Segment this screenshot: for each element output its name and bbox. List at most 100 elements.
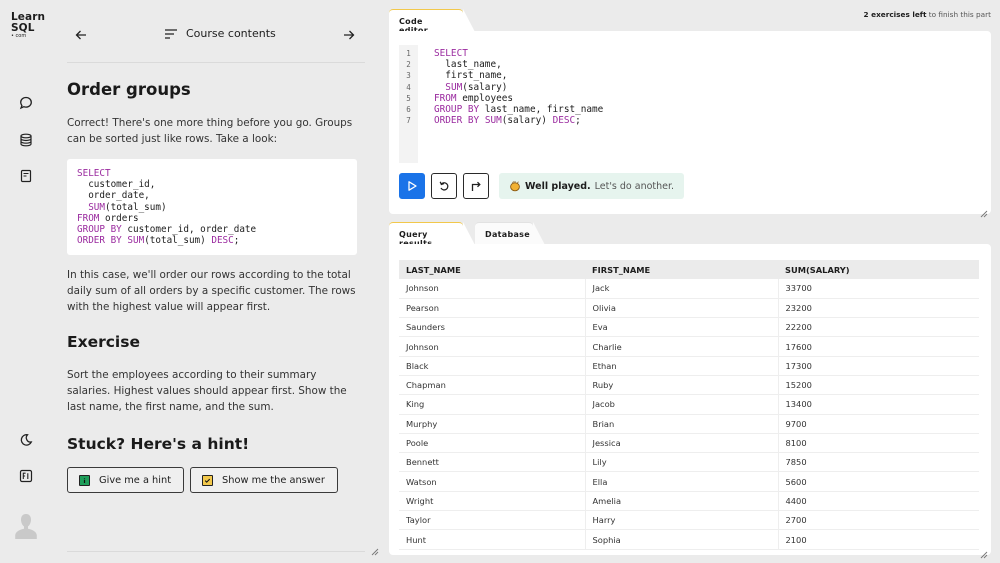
- tab-database[interactable]: Database: [475, 222, 545, 245]
- give-hint-button[interactable]: Give me a hint: [67, 467, 185, 494]
- code-editor[interactable]: 1 2345 67 SELECT last_name, first_name, SU…: [399, 45, 979, 163]
- chat-icon[interactable]: [18, 95, 34, 111]
- cell-sum-salary: 2100: [777, 529, 979, 550]
- cell-sum-salary: 23200: [777, 298, 979, 319]
- line-number: 6: [406, 105, 411, 115]
- panel-resize-handle[interactable]: [371, 541, 379, 556]
- tab-code-editor[interactable]: Code editor: [389, 9, 475, 35]
- course-contents-button[interactable]: Course contents: [164, 27, 276, 40]
- table-row: Johnson Jack 33700: [399, 279, 979, 299]
- table-row: Taylor Harry 2700: [399, 510, 979, 531]
- sql-keyword: SELECT: [434, 48, 468, 59]
- fullscreen-icon[interactable]: [18, 468, 34, 484]
- cell-sum-salary: 15200: [777, 375, 979, 396]
- cell-sum-salary: 5600: [777, 471, 979, 492]
- cell-last-name: Poole: [399, 433, 585, 454]
- cell-last-name: Chapman: [399, 375, 585, 396]
- hint-buttons: Give me a hint Show me the answer: [67, 467, 362, 494]
- sql-token: (total_sum): [105, 201, 167, 213]
- line-number: 7: [406, 116, 411, 126]
- cell-sum-salary: 17300: [777, 356, 979, 376]
- sql-token: order_date,: [77, 190, 150, 202]
- icon-rail: Learn SQL • com: [0, 0, 52, 563]
- database-icon[interactable]: [18, 132, 34, 148]
- cell-sum-salary: 9700: [777, 414, 979, 434]
- lesson-intro: Correct! There's one more thing before y…: [67, 117, 353, 145]
- cell-first-name: Eva: [584, 317, 778, 338]
- user-avatar[interactable]: [13, 512, 39, 542]
- line-number: 2: [406, 60, 411, 70]
- column-header-first-name: FIRST_NAME: [585, 260, 778, 279]
- next-exercise-button[interactable]: [342, 27, 358, 43]
- cell-last-name: Johnson: [399, 336, 585, 357]
- cheat-sheet-icon[interactable]: [18, 168, 34, 184]
- editor-code[interactable]: SELECT last_name, first_name, SUM(salary…: [418, 45, 603, 163]
- results-table: LAST_NAME FIRST_NAME SUM(SALARY) Johnson…: [399, 260, 979, 550]
- table-row: Hunt Sophia 2100: [399, 529, 979, 550]
- table-row: Black Ethan 17300: [399, 356, 979, 376]
- reset-code-button[interactable]: [431, 173, 457, 199]
- sql-keyword: GROUP BY: [77, 224, 122, 236]
- cell-sum-salary: 2700: [777, 510, 979, 531]
- reset-icon: [439, 181, 449, 191]
- show-answer-label: Show me the answer: [222, 474, 325, 486]
- line-number: 1: [406, 49, 411, 58]
- sql-token: first_name,: [434, 70, 508, 82]
- next-step-button[interactable]: [463, 173, 489, 199]
- table-row: Johnson Charlie 17600: [399, 336, 979, 357]
- column-header-last-name: LAST_NAME: [399, 260, 585, 279]
- play-icon: [408, 181, 417, 191]
- line-numbers: 1 2345 67: [399, 45, 418, 163]
- table-row: Poole Jessica 8100: [399, 433, 979, 454]
- run-query-button[interactable]: [399, 173, 425, 199]
- cell-last-name: Hunt: [399, 529, 585, 550]
- cell-first-name: Jacob: [584, 394, 778, 415]
- sql-keyword: SUM: [127, 235, 145, 247]
- cell-first-name: Brian: [584, 414, 778, 434]
- tab-query-results[interactable]: Query results: [389, 222, 475, 248]
- table-row: Saunders Eva 22200: [399, 317, 979, 338]
- arrow-left-icon: [75, 30, 86, 40]
- hint-icon: [79, 474, 90, 486]
- learnsql-logo[interactable]: Learn SQL • com: [11, 12, 45, 39]
- exercises-left-note: 2 exercises left to finish this part: [864, 10, 992, 19]
- course-contents-label: Course contents: [186, 27, 276, 40]
- table-row: Pearson Olivia 23200: [399, 298, 979, 319]
- feedback-bold: Well played.: [525, 180, 591, 192]
- cell-first-name: Charlie: [584, 336, 778, 357]
- table-row: Wright Amelia 4400: [399, 491, 979, 512]
- cell-sum-salary: 22200: [777, 317, 979, 338]
- table-row: Murphy Brian 9700: [399, 414, 979, 434]
- sql-keyword: DESC: [211, 235, 234, 247]
- cell-last-name: Pearson: [399, 298, 585, 319]
- editor-resize-handle[interactable]: [980, 203, 988, 218]
- table-row: Bennett Lily 7850: [399, 452, 979, 473]
- cell-last-name: Saunders: [399, 317, 585, 338]
- results-resize-handle[interactable]: [980, 544, 988, 559]
- lesson-content: Order groups Correct! There's one more t…: [67, 80, 362, 494]
- dark-mode-icon[interactable]: [18, 432, 34, 448]
- sql-token: employees: [456, 92, 514, 104]
- cell-sum-salary: 7850: [777, 452, 979, 473]
- sql-keyword: SUM: [445, 81, 463, 93]
- cell-last-name: Black: [399, 356, 585, 376]
- table-row: Watson Ella 5600: [399, 471, 979, 492]
- cell-sum-salary: 4400: [777, 491, 979, 512]
- exercises-left-count: 2 exercises left: [863, 10, 927, 19]
- cell-sum-salary: 33700: [777, 279, 979, 299]
- cell-last-name: Taylor: [399, 510, 585, 531]
- sql-token: (salary): [501, 115, 553, 127]
- success-feedback: Well played. Let's do another.: [499, 173, 685, 199]
- previous-exercise-button[interactable]: [74, 27, 90, 43]
- show-answer-button[interactable]: Show me the answer: [190, 467, 338, 494]
- answer-check-icon: [202, 474, 214, 486]
- sql-token: (salary): [462, 81, 508, 93]
- column-header-sum-salary: SUM(SALARY): [778, 260, 979, 279]
- table-row: King Jacob 13400: [399, 394, 979, 415]
- line-number: 4: [406, 82, 411, 92]
- cell-sum-salary: 13400: [777, 394, 979, 415]
- exercises-left-suffix: to finish this part: [926, 10, 991, 19]
- line-number: 3: [406, 71, 411, 81]
- sql-keyword: SUM: [484, 115, 502, 127]
